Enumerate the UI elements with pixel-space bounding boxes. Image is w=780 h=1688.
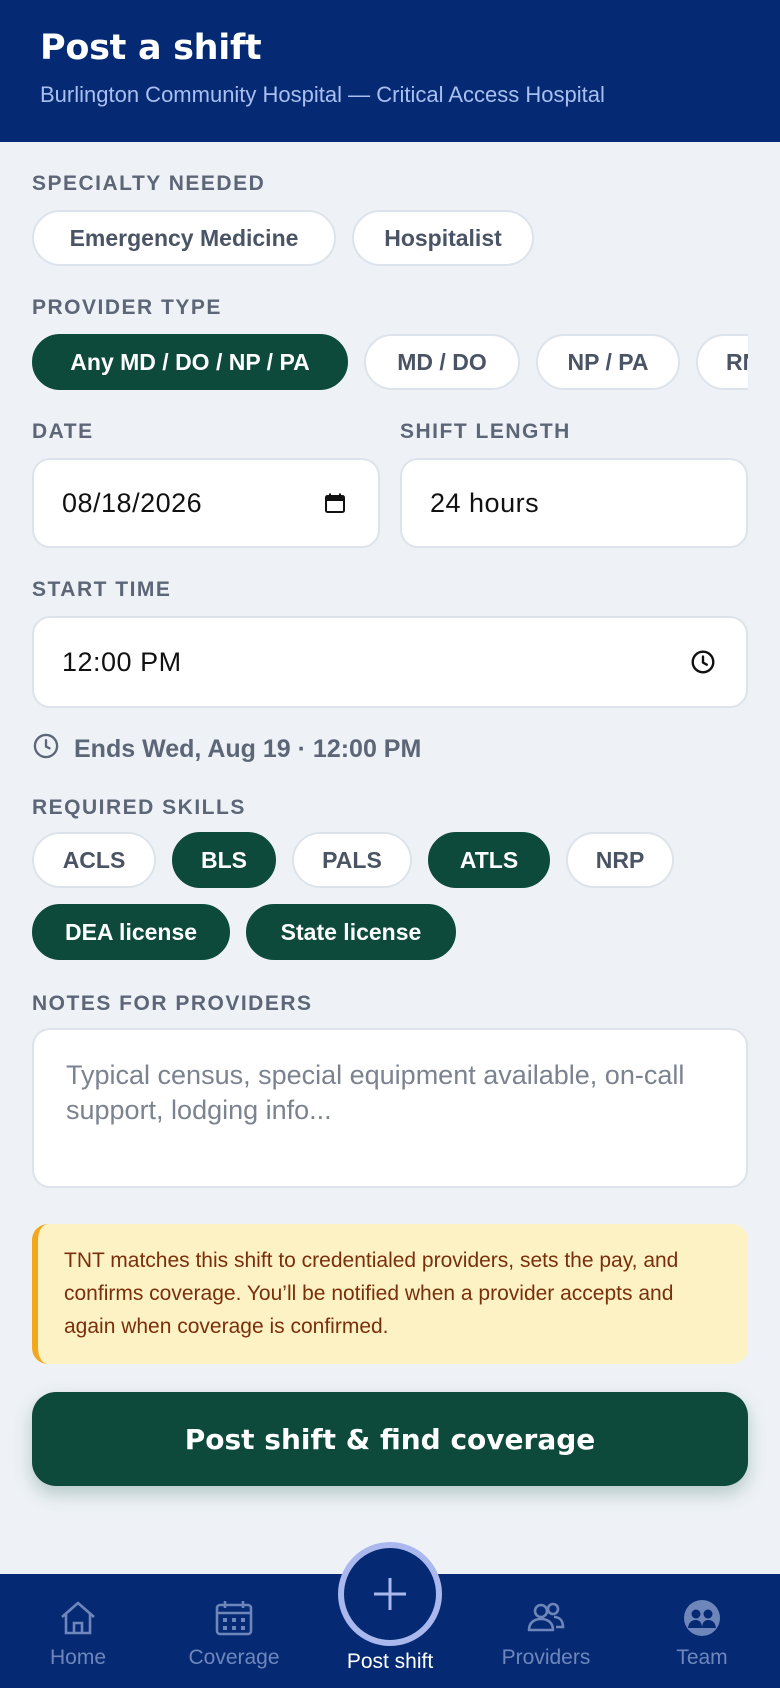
plus-icon <box>374 1578 406 1610</box>
date-value: 08/18/2026 <box>62 487 203 518</box>
tab-team-label: Team <box>676 1646 728 1669</box>
page-header: Post a shift Burlington Community Hospit… <box>0 0 780 142</box>
tab-home[interactable]: Home <box>8 1596 148 1670</box>
chip-state-license[interactable]: State license <box>246 904 456 960</box>
chip-dea-license[interactable]: DEA license <box>32 904 230 960</box>
tab-team[interactable]: Team <box>632 1596 772 1670</box>
chip-acls[interactable]: ACLS <box>32 832 156 888</box>
provider-type-chips: Any MD / DO / NP / PA MD / DO NP / PA RN <box>32 334 748 390</box>
date-label: DATE <box>32 420 94 443</box>
end-time-summary: Ends Wed, Aug 19 · 12:00 PM <box>32 732 421 767</box>
page-title: Post a shift <box>40 28 262 68</box>
specialty-chips: Emergency Medicine Hospitalist <box>32 210 534 266</box>
end-time-text: Ends Wed, Aug 19 · 12:00 PM <box>74 735 422 763</box>
notes-textarea[interactable]: Typical census, special equipment availa… <box>32 1028 748 1188</box>
provider-type-label: PROVIDER TYPE <box>32 296 222 319</box>
tab-providers-label: Providers <box>501 1646 591 1669</box>
start-time-label: START TIME <box>32 578 172 601</box>
shift-length-label: SHIFT LENGTH <box>400 420 571 443</box>
shift-length-select[interactable]: 24 hours <box>400 458 748 548</box>
chip-any-provider[interactable]: Any MD / DO / NP / PA <box>32 334 348 390</box>
chip-nrp[interactable]: NRP <box>566 832 674 888</box>
chip-np-pa[interactable]: NP / PA <box>536 334 680 390</box>
date-input[interactable]: 08/18/2026 <box>32 458 380 548</box>
chip-bls[interactable]: BLS <box>172 832 276 888</box>
chip-atls[interactable]: ATLS <box>428 832 550 888</box>
team-icon <box>684 1600 720 1636</box>
clock-icon[interactable] <box>688 647 718 677</box>
providers-icon <box>527 1602 565 1632</box>
coverage-info-banner: TNT matches this shift to credentialed p… <box>32 1224 748 1364</box>
clock-outline-icon <box>32 732 60 767</box>
tab-home-label: Home <box>49 1646 107 1669</box>
post-shift-tab-button[interactable] <box>338 1542 442 1646</box>
hospital-subtitle: Burlington Community Hospital — Critical… <box>40 82 605 107</box>
tab-coverage[interactable]: Coverage <box>164 1596 304 1670</box>
shift-length-value: 24 hours <box>430 487 540 518</box>
tab-providers[interactable]: Providers <box>476 1596 616 1670</box>
calendar-tab-icon <box>215 1601 253 1636</box>
chip-emergency-medicine[interactable]: Emergency Medicine <box>32 210 336 266</box>
skills-label: REQUIRED SKILLS <box>32 796 246 819</box>
start-time-input[interactable]: 12:00 PM <box>32 616 748 708</box>
chip-hospitalist[interactable]: Hospitalist <box>352 210 534 266</box>
skills-row-2: DEA license State license <box>32 904 456 960</box>
tab-coverage-label: Coverage <box>188 1646 280 1669</box>
tab-post-shift-label: Post shift <box>346 1650 434 1673</box>
start-time-value: 12:00 PM <box>62 646 182 677</box>
post-shift-button[interactable]: Post shift & find coverage <box>32 1392 748 1486</box>
chip-md-do[interactable]: MD / DO <box>364 334 520 390</box>
specialty-label: SPECIALTY NEEDED <box>32 172 266 195</box>
notes-label: NOTES FOR PROVIDERS <box>32 992 313 1015</box>
provider-type-scroller[interactable]: Any MD / DO / NP / PA MD / DO NP / PA RN <box>32 334 748 394</box>
home-icon <box>61 1601 95 1635</box>
chip-rn[interactable]: RN <box>696 334 748 390</box>
calendar-icon[interactable] <box>320 488 350 518</box>
skills-row-1: ACLS BLS PALS ATLS NRP <box>32 832 674 888</box>
chip-pals[interactable]: PALS <box>292 832 412 888</box>
